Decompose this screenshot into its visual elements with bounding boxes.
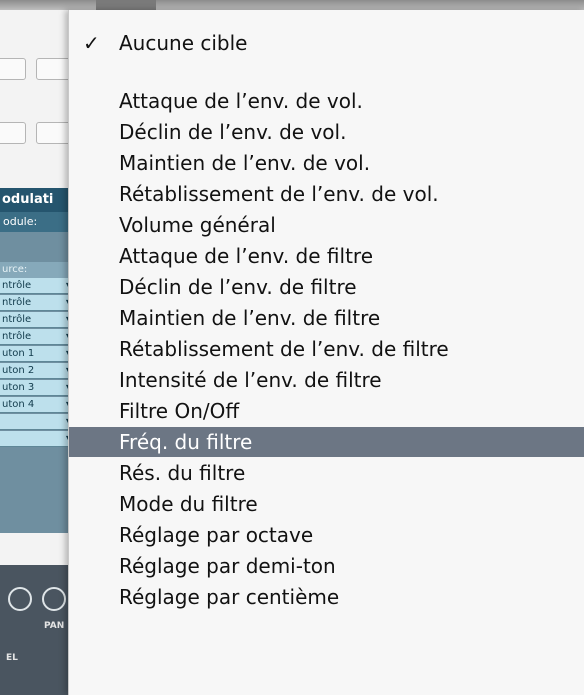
source-slot-label: ntrôle xyxy=(2,297,32,308)
menu-item[interactable]: Déclin de l’env. de vol. xyxy=(69,117,584,147)
menu-item[interactable]: Maintien de l’env. de vol. xyxy=(69,148,584,178)
source-slot-label: uton 4 xyxy=(2,399,35,410)
menu-item[interactable]: Filtre On/Off xyxy=(69,396,584,426)
menu-item[interactable]: Rés. du filtre xyxy=(69,458,584,488)
menu-item[interactable]: Réglage par octave xyxy=(69,520,584,550)
menu-item[interactable]: Rétablissement de l’env. de filtre xyxy=(69,334,584,364)
menu-item-label: Rétablissement de l’env. de vol. xyxy=(119,182,439,206)
menu-item[interactable]: Réglage par centième xyxy=(69,582,584,612)
menu-item[interactable]: Volume général xyxy=(69,210,584,240)
menu-item[interactable]: Rétablissement de l’env. de vol. xyxy=(69,179,584,209)
background-field-3[interactable] xyxy=(0,122,26,144)
menu-item[interactable]: Déclin de l’env. de filtre xyxy=(69,272,584,302)
knob-icon[interactable] xyxy=(8,587,32,611)
menu-item[interactable]: Attaque de l’env. de filtre xyxy=(69,241,584,271)
menu-item[interactable]: Réglage par demi-ton xyxy=(69,551,584,581)
source-header: urce: xyxy=(0,262,76,278)
menu-item-label: Rés. du filtre xyxy=(119,461,246,485)
source-slot[interactable]: ntrôle▼ xyxy=(0,295,76,311)
menu-item-label: Fréq. du filtre xyxy=(119,430,253,454)
source-slot-label: uton 2 xyxy=(2,365,35,376)
menu-item-label: Volume général xyxy=(119,213,276,237)
menu-item-label: Rétablissement de l’env. de filtre xyxy=(119,337,449,361)
menu-item[interactable]: Intensité de l’env. de filtre xyxy=(69,365,584,395)
source-slot[interactable]: ntrôle▼ xyxy=(0,329,76,345)
el-label: EL xyxy=(6,653,18,663)
source-slot[interactable]: ▼ xyxy=(0,414,76,430)
menu-item[interactable]: Mode du filtre xyxy=(69,489,584,519)
source-slot-label: ntrôle xyxy=(2,314,32,325)
window-top-strip xyxy=(0,0,584,10)
menu-item[interactable]: Maintien de l’env. de filtre xyxy=(69,303,584,333)
menu-item-label: Déclin de l’env. de vol. xyxy=(119,120,347,144)
source-slot-label: ntrôle xyxy=(2,331,32,342)
source-slot[interactable]: ntrôle▼ xyxy=(0,278,76,294)
source-slot-label: ntrôle xyxy=(2,280,32,291)
menu-item[interactable]: Attaque de l’env. de vol. xyxy=(69,86,584,116)
source-slot-label: uton 1 xyxy=(2,348,35,359)
background-tab xyxy=(96,0,156,10)
pan-knob-icon[interactable] xyxy=(42,587,66,611)
target-popup-menu: ✓ Aucune cible Attaque de l’env. de vol.… xyxy=(68,10,584,695)
source-slot[interactable]: uton 4▼ xyxy=(0,397,76,413)
menu-item-label: Aucune cible xyxy=(119,31,248,55)
menu-item-label: Attaque de l’env. de filtre xyxy=(119,244,373,268)
menu-item-label: Maintien de l’env. de filtre xyxy=(119,306,381,330)
checkmark-icon: ✓ xyxy=(83,31,100,55)
source-slot[interactable]: ▼ xyxy=(0,431,76,447)
menu-item-label: Réglage par demi-ton xyxy=(119,554,336,578)
source-slot[interactable]: uton 3▼ xyxy=(0,380,76,396)
menu-item-aucune-cible[interactable]: ✓ Aucune cible xyxy=(69,28,584,58)
menu-item-label: Déclin de l’env. de filtre xyxy=(119,275,357,299)
source-slot[interactable]: ntrôle▼ xyxy=(0,312,76,328)
source-slot[interactable]: uton 1▼ xyxy=(0,346,76,362)
menu-separator xyxy=(69,64,584,65)
background-field-1[interactable] xyxy=(0,58,26,80)
menu-item-label: Réglage par centième xyxy=(119,585,340,609)
menu-item-label: Filtre On/Off xyxy=(119,399,240,423)
menu-item-label: Mode du filtre xyxy=(119,492,258,516)
source-slot[interactable]: uton 2▼ xyxy=(0,363,76,379)
menu-item-label: Intensité de l’env. de filtre xyxy=(119,368,382,392)
menu-item-label: Réglage par octave xyxy=(119,523,314,547)
menu-item-label: Maintien de l’env. de vol. xyxy=(119,151,371,175)
source-slot-label: uton 3 xyxy=(2,382,35,393)
menu-item-label: Attaque de l’env. de vol. xyxy=(119,89,363,113)
menu-item-selected[interactable]: Fréq. du filtre xyxy=(69,427,584,457)
pan-label: PAN xyxy=(44,621,65,631)
